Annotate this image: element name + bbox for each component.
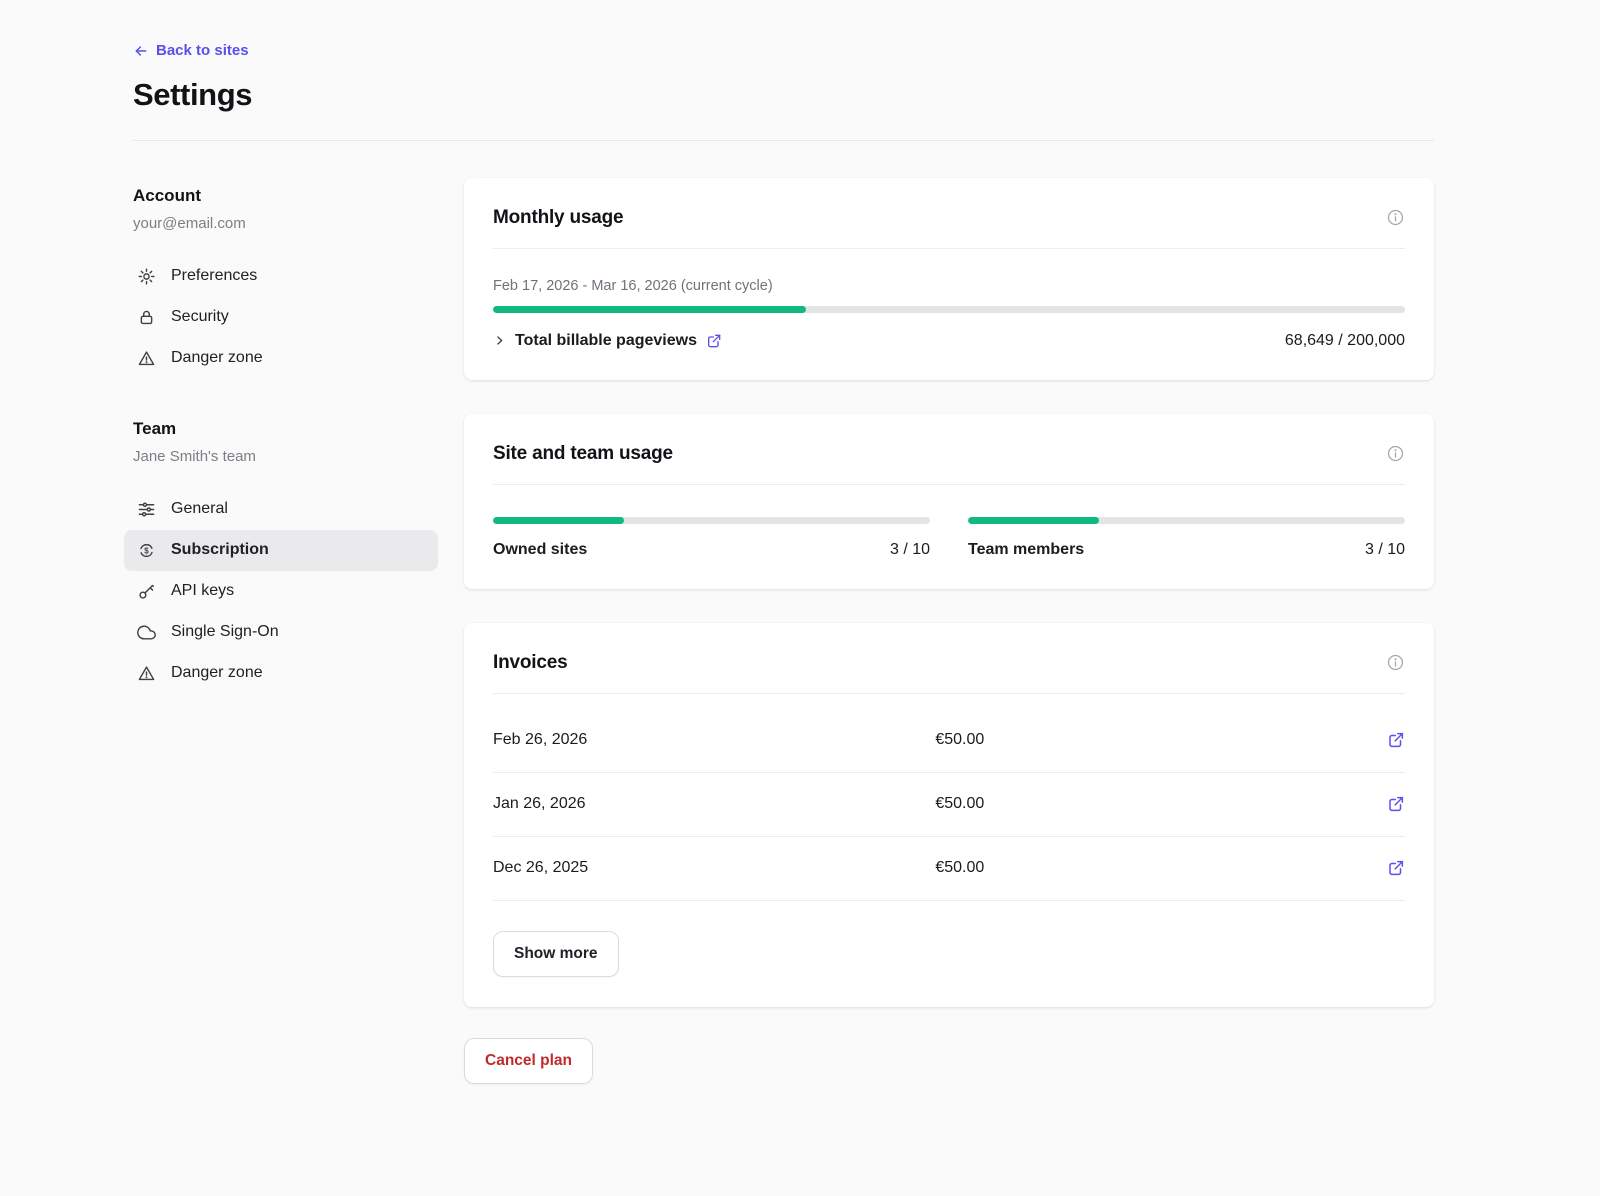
- sidebar-item-label: Subscription: [171, 541, 269, 559]
- sidebar-item-preferences[interactable]: Preferences: [124, 256, 438, 297]
- sidebar-item-label: API keys: [171, 582, 234, 600]
- invoice-external-link[interactable]: [1387, 859, 1405, 877]
- account-nav: Preferences Security Danger zone: [124, 256, 438, 379]
- site-team-usage-card: Site and team usage Owned sites 3 / 10: [464, 414, 1434, 589]
- cloud-icon: [137, 623, 156, 642]
- sidebar-item-security[interactable]: Security: [124, 297, 438, 338]
- show-more-button[interactable]: Show more: [493, 931, 619, 977]
- external-link-icon: [706, 333, 722, 349]
- invoice-date: Jan 26, 2026: [493, 795, 935, 813]
- invoices-card: Invoices Feb 26, 2026 €50.00: [464, 623, 1434, 1007]
- site-team-usage-title: Site and team usage: [493, 443, 673, 465]
- sidebar-item-api-keys[interactable]: API keys: [124, 571, 438, 612]
- sidebar-item-label: Preferences: [171, 267, 257, 285]
- monthly-usage-progress-fill: [493, 306, 806, 313]
- sidebar-item-general[interactable]: General: [124, 489, 438, 530]
- warning-icon: [137, 349, 156, 368]
- external-link-icon: [1387, 859, 1405, 877]
- invoice-external-link[interactable]: [1387, 795, 1405, 813]
- invoice-external-link[interactable]: [1387, 731, 1405, 749]
- account-email: your@email.com: [133, 215, 464, 232]
- total-billable-pageviews-row[interactable]: Total billable pageviews: [493, 332, 722, 350]
- invoice-row: Jan 26, 2026 €50.00: [493, 773, 1405, 837]
- page-title: Settings: [133, 77, 1434, 113]
- key-icon: [137, 582, 156, 601]
- sidebar-item-subscription[interactable]: Subscription: [124, 530, 438, 571]
- team-members-label: Team members: [968, 541, 1084, 559]
- sidebar-item-label: Single Sign-On: [171, 623, 279, 641]
- back-to-sites-label: Back to sites: [156, 42, 249, 59]
- total-billable-pageviews-label: Total billable pageviews: [515, 332, 697, 350]
- back-to-sites-link[interactable]: Back to sites: [133, 42, 249, 59]
- sidebar-item-label: General: [171, 500, 228, 518]
- billing-cycle-label: Feb 17, 2026 - Mar 16, 2026 (current cyc…: [493, 278, 1405, 294]
- owned-sites-value: 3 / 10: [890, 541, 930, 559]
- monthly-usage-progress-bar: [493, 306, 1405, 313]
- gear-icon: [137, 267, 156, 286]
- external-link-icon: [1387, 731, 1405, 749]
- chevron-right-icon: [493, 334, 506, 347]
- external-link-icon: [1387, 795, 1405, 813]
- team-members-progress-fill: [968, 517, 1099, 524]
- team-section-heading: Team: [133, 419, 464, 439]
- warning-icon: [137, 664, 156, 683]
- team-members-value: 3 / 10: [1365, 541, 1405, 559]
- currency-refresh-icon: [137, 541, 156, 560]
- info-icon: [1386, 444, 1405, 463]
- settings-main: Monthly usage Feb 17, 2026 - Mar 16, 202…: [464, 178, 1434, 1084]
- account-section-heading: Account: [133, 186, 464, 206]
- info-icon: [1386, 208, 1405, 227]
- pageviews-usage-value: 68,649 / 200,000: [1285, 332, 1405, 350]
- invoice-row: Dec 26, 2025 €50.00: [493, 837, 1405, 901]
- invoices-title: Invoices: [493, 652, 567, 674]
- monthly-usage-title: Monthly usage: [493, 207, 623, 229]
- owned-sites-progress-fill: [493, 517, 624, 524]
- owned-sites-label: Owned sites: [493, 541, 587, 559]
- site-team-usage-info-button[interactable]: [1386, 444, 1405, 463]
- invoice-amount: €50.00: [935, 795, 1387, 813]
- invoice-amount: €50.00: [935, 731, 1387, 749]
- settings-sidebar: Account your@email.com Preferences Secur…: [133, 178, 464, 694]
- settings-page: Back to sites Settings Account your@emai…: [0, 0, 1600, 1174]
- arrow-left-icon: [133, 43, 149, 59]
- owned-sites-meter: Owned sites 3 / 10: [493, 517, 930, 559]
- invoice-list: Feb 26, 2026 €50.00 Jan 26, 2026 €50.00: [493, 709, 1405, 901]
- sliders-icon: [137, 500, 156, 519]
- info-icon: [1386, 653, 1405, 672]
- owned-sites-progress-bar: [493, 517, 930, 524]
- sidebar-item-label: Danger zone: [171, 349, 263, 367]
- pageviews-external-link[interactable]: [706, 333, 722, 349]
- sidebar-item-team-danger-zone[interactable]: Danger zone: [124, 653, 438, 694]
- invoice-date: Dec 26, 2025: [493, 859, 935, 877]
- monthly-usage-info-button[interactable]: [1386, 208, 1405, 227]
- lock-icon: [137, 308, 156, 327]
- invoices-info-button[interactable]: [1386, 653, 1405, 672]
- card-divider: [493, 693, 1405, 694]
- team-nav: General Subscription API keys Single Sig…: [124, 489, 438, 694]
- team-members-progress-bar: [968, 517, 1405, 524]
- card-divider: [493, 484, 1405, 485]
- invoice-amount: €50.00: [935, 859, 1387, 877]
- monthly-usage-card: Monthly usage Feb 17, 2026 - Mar 16, 202…: [464, 178, 1434, 380]
- card-divider: [493, 248, 1405, 249]
- sidebar-item-label: Security: [171, 308, 229, 326]
- invoice-date: Feb 26, 2026: [493, 731, 935, 749]
- team-name: Jane Smith's team: [133, 448, 464, 465]
- sidebar-item-account-danger-zone[interactable]: Danger zone: [124, 338, 438, 379]
- cancel-plan-button[interactable]: Cancel plan: [464, 1038, 593, 1084]
- sidebar-item-single-sign-on[interactable]: Single Sign-On: [124, 612, 438, 653]
- invoice-row: Feb 26, 2026 €50.00: [493, 709, 1405, 773]
- team-members-meter: Team members 3 / 10: [968, 517, 1405, 559]
- sidebar-item-label: Danger zone: [171, 664, 263, 682]
